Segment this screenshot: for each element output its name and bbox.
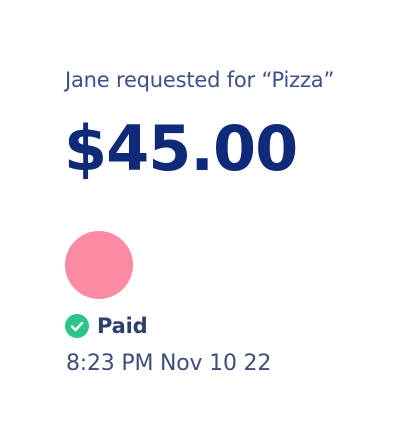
avatar [65, 231, 133, 299]
timestamp: 8:23 PM Nov 10 22 [66, 351, 272, 376]
status-badge: Paid [97, 314, 148, 338]
request-description: Jane requested for “Pizza” [65, 68, 335, 92]
request-amount: $45.00 [64, 112, 298, 185]
payment-request-card: Jane requested for “Pizza” $45.00 Paid 8… [0, 0, 415, 447]
check-circle-icon [65, 314, 89, 338]
status-row: Paid [65, 314, 148, 338]
